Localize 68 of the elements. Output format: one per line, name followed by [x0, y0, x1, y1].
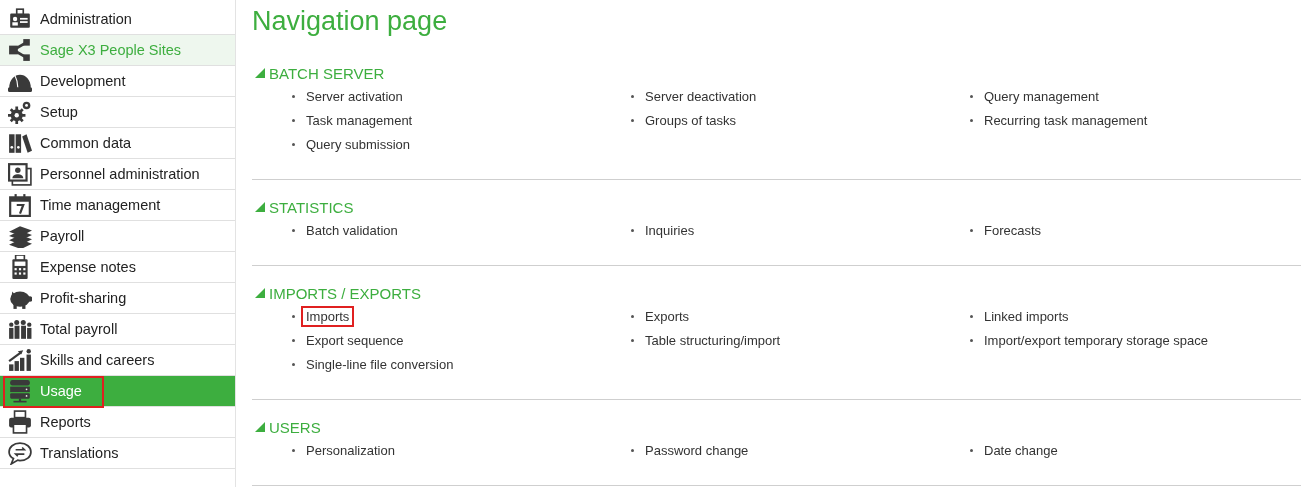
- bullet-icon: [970, 118, 973, 122]
- server-icon: [8, 379, 32, 403]
- bullet-icon: [970, 314, 973, 318]
- nav-link[interactable]: Date change: [984, 442, 1058, 458]
- bullet-icon: [970, 228, 973, 232]
- nav-link[interactable]: Inquiries: [645, 222, 695, 238]
- nav-link[interactable]: Imports: [304, 308, 352, 324]
- bullet-icon: [631, 94, 634, 98]
- bullet-icon: [970, 448, 973, 452]
- nav-link[interactable]: Task management: [306, 112, 413, 128]
- bullet-icon: [292, 362, 295, 366]
- bullet-icon: [292, 118, 295, 122]
- photos-icon: [8, 162, 32, 186]
- nav-link[interactable]: Linked imports: [984, 308, 1069, 324]
- sidebar-item[interactable]: Total payroll: [0, 314, 235, 345]
- sidebar-item[interactable]: Profit-sharing: [0, 283, 235, 314]
- nav-link[interactable]: Personalization: [306, 442, 395, 458]
- bullet-icon: [970, 338, 973, 342]
- gear-icon: [8, 100, 32, 124]
- money-stack-icon: [8, 224, 32, 248]
- bullet-icon: [631, 448, 634, 452]
- sidebar-item[interactable]: Payroll: [0, 221, 235, 252]
- triangle-down-icon: [255, 202, 265, 212]
- bullet-icon: [631, 228, 634, 232]
- nav-link[interactable]: Server activation: [306, 88, 403, 104]
- id-badge-icon: [8, 7, 32, 31]
- bullet-icon: [292, 448, 295, 452]
- bullet-icon: [631, 118, 634, 122]
- bullet-icon: [292, 228, 295, 232]
- nav-link[interactable]: Password change: [645, 442, 749, 458]
- sidebar-item[interactable]: Translations: [0, 438, 235, 469]
- share-icon: [8, 38, 32, 62]
- nav-link[interactable]: Single-line file conversion: [306, 356, 454, 372]
- bullet-icon: [292, 142, 295, 146]
- printer-icon: [8, 410, 32, 434]
- bullet-icon: [292, 94, 295, 98]
- nav-link[interactable]: Exports: [645, 308, 690, 324]
- nav-link[interactable]: Table structuring/import: [645, 332, 781, 348]
- sidebar-item[interactable]: Reports: [0, 407, 235, 438]
- nav-link[interactable]: Groups of tasks: [645, 112, 737, 128]
- nav-link[interactable]: Export sequence: [306, 332, 404, 348]
- nav-link[interactable]: Query submission: [306, 136, 411, 152]
- sidebar-item[interactable]: Time management: [0, 190, 235, 221]
- speech-bubble-icon: [8, 441, 32, 465]
- nav-link[interactable]: Import/export temporary storage space: [984, 332, 1208, 348]
- people-icon: [8, 317, 32, 341]
- triangle-down-icon: [255, 422, 265, 432]
- bullet-icon: [631, 314, 634, 318]
- sidebar-item[interactable]: Expense notes: [0, 252, 235, 283]
- bullet-icon: [292, 338, 295, 342]
- triangle-down-icon: [255, 68, 265, 78]
- bullet-icon: [631, 338, 634, 342]
- nav-link[interactable]: Recurring task management: [984, 112, 1148, 128]
- calendar-icon: [8, 193, 32, 217]
- sidebar-item[interactable]: Common data: [0, 128, 235, 159]
- sidebar-item[interactable]: Development: [0, 66, 235, 97]
- triangle-down-icon: [255, 288, 265, 298]
- page-title: Navigation page: [252, 5, 449, 38]
- chart-person-icon: [8, 348, 32, 372]
- bullet-icon: [970, 94, 973, 98]
- sidebar-item[interactable]: Setup: [0, 97, 235, 128]
- nav-link[interactable]: Batch validation: [306, 222, 398, 238]
- sidebar-item[interactable]: Personnel administration: [0, 159, 235, 190]
- nav-link[interactable]: Query management: [984, 88, 1099, 104]
- binders-icon: [8, 131, 32, 155]
- nav-link[interactable]: Forecasts: [984, 222, 1042, 238]
- bullet-icon: [292, 314, 295, 318]
- nav-link[interactable]: Server deactivation: [645, 88, 757, 104]
